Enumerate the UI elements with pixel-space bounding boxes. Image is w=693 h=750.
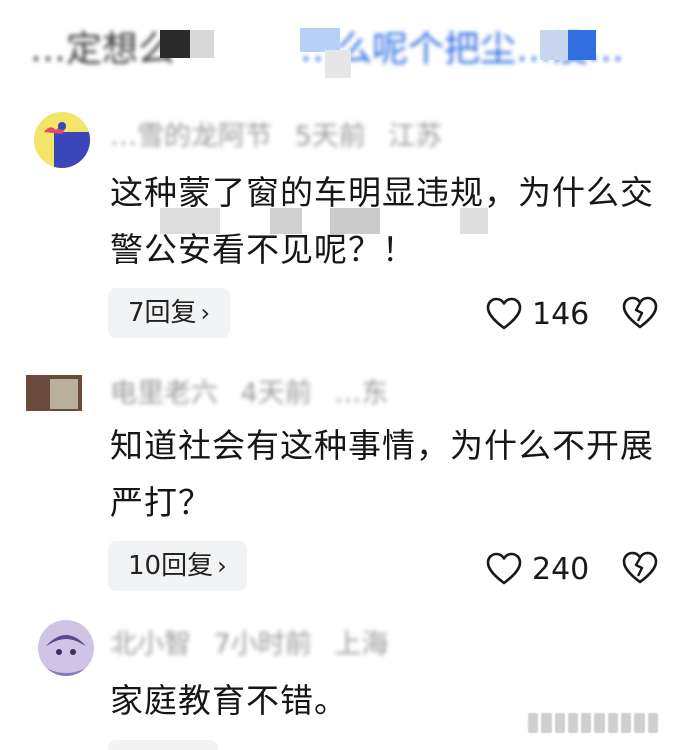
reply-count-label: 7回复 xyxy=(128,298,197,328)
comment-author[interactable]: 北小智 xyxy=(110,629,191,660)
mosaic-block xyxy=(190,30,214,58)
mosaic-block xyxy=(568,30,596,60)
view-replies-button[interactable] xyxy=(108,740,218,750)
dislike-button[interactable] xyxy=(622,296,658,330)
view-replies-button[interactable]: 7回复 › xyxy=(108,288,231,338)
anime-avatar-icon[interactable] xyxy=(38,620,94,676)
comment-item: 电里老六 4天前 …东 知道社会有这种事情，为什么不开展严打？ 10回复 › 24… xyxy=(0,355,693,605)
mosaic-block xyxy=(300,28,340,52)
comment-item: …雪的龙阿节 5天前 江苏 这种蒙了窗的车明显违规，为什么交警公安看不见呢？！ … xyxy=(0,100,693,350)
comment-location: 江苏 xyxy=(388,121,443,152)
comment-location: …东 xyxy=(334,378,389,409)
comment-meta: 北小智 7小时前 上海 xyxy=(110,622,402,661)
like-button[interactable]: 240 xyxy=(486,549,589,589)
comment-author[interactable]: …雪的龙阿节 xyxy=(110,121,272,152)
comment-meta: …雪的龙阿节 5天前 江苏 xyxy=(110,114,456,153)
like-count: 240 xyxy=(532,551,590,587)
comment-time: 4天前 xyxy=(240,378,312,409)
comment-text: 知道社会有这种事情，为什么不开展严打？ xyxy=(110,426,654,522)
mosaic-block xyxy=(325,50,351,78)
broken-heart-icon xyxy=(622,551,658,584)
mosaic-block xyxy=(540,30,568,60)
like-button[interactable]: 146 xyxy=(486,294,589,334)
like-count: 146 xyxy=(532,296,590,332)
banner-text-left: …定想么 xyxy=(30,29,175,70)
cartoon-avatar-icon[interactable] xyxy=(34,112,90,168)
video-caption-banner: …定想么 …么呢个把尘…没… xyxy=(0,0,693,100)
heart-icon xyxy=(486,552,522,585)
view-replies-button[interactable]: 10回复 › xyxy=(108,541,247,591)
chevron-right-icon: › xyxy=(217,552,227,580)
photo-avatar-icon[interactable] xyxy=(26,365,82,421)
reply-count-label: 10回复 xyxy=(128,551,214,581)
comment-time: 7小时前 xyxy=(213,629,312,660)
comment-time: 5天前 xyxy=(294,121,366,152)
loading-indicator xyxy=(528,713,658,733)
comment-author[interactable]: 电里老六 xyxy=(110,378,218,409)
comment-text: 这种蒙了窗的车明显违规，为什么交警公安看不见呢？！ xyxy=(110,173,654,269)
dislike-button[interactable] xyxy=(622,551,658,585)
heart-icon xyxy=(486,297,522,330)
mosaic-block xyxy=(160,30,190,58)
comment-meta: 电里老六 4天前 …东 xyxy=(110,371,402,410)
broken-heart-icon xyxy=(622,296,658,329)
chevron-right-icon: › xyxy=(200,299,211,327)
comment-location: 上海 xyxy=(334,629,389,660)
